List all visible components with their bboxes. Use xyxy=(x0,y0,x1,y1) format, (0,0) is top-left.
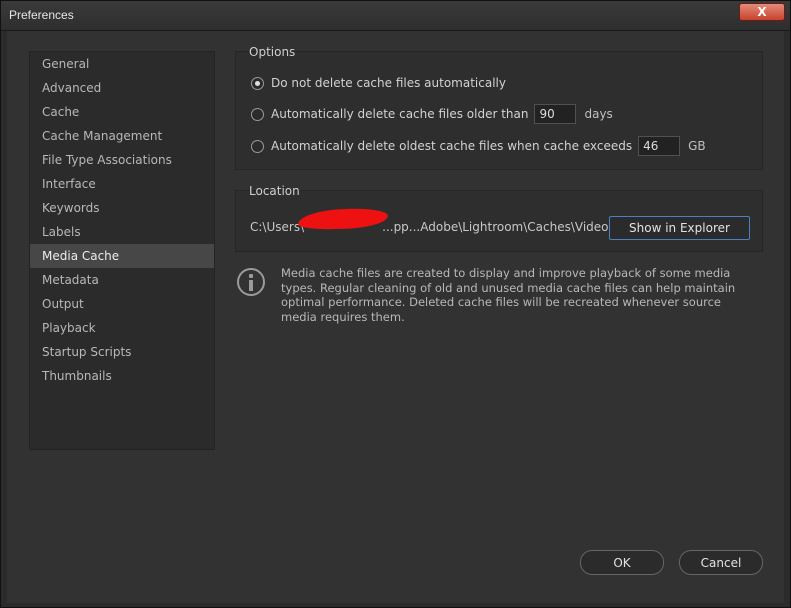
cache-path-suffix: ...pp...Adobe\Lightroom\Caches\Video xyxy=(382,220,609,234)
sidebar-item-general[interactable]: General xyxy=(30,52,214,76)
gb-unit: GB xyxy=(688,139,706,153)
days-field[interactable]: 90 xyxy=(534,104,577,124)
location-title: Location xyxy=(249,184,300,198)
sidebar-item-playback[interactable]: Playback xyxy=(30,316,214,340)
dialog-body: General Advanced Cache Cache Management … xyxy=(7,31,784,603)
cache-path-prefix: C:\Users\ xyxy=(250,220,305,234)
ok-button[interactable]: OK xyxy=(580,550,664,575)
info-text: Media cache files are created to display… xyxy=(281,266,736,324)
show-in-explorer-button[interactable]: Show in Explorer xyxy=(609,216,750,240)
sidebar-item-advanced[interactable]: Advanced xyxy=(30,76,214,100)
sidebar-item-file-type-associations[interactable]: File Type Associations xyxy=(30,148,214,172)
sidebar-item-output[interactable]: Output xyxy=(30,292,214,316)
sidebar-item-thumbnails[interactable]: Thumbnails xyxy=(30,364,214,388)
sidebar-item-cache[interactable]: Cache xyxy=(30,100,214,124)
exceeds-radio[interactable] xyxy=(251,139,264,153)
sidebar-item-startup-scripts[interactable]: Startup Scripts xyxy=(30,340,214,364)
cancel-button[interactable]: Cancel xyxy=(679,550,763,575)
sidebar-item-metadata[interactable]: Metadata xyxy=(30,268,214,292)
days-unit: days xyxy=(584,107,613,121)
older-than-label: Automatically delete cache files older t… xyxy=(271,107,529,121)
title-bar[interactable]: Preferences X xyxy=(1,1,790,31)
preferences-window: Preferences X General Advanced Cache Cac… xyxy=(0,0,791,608)
sidebar-item-keywords[interactable]: Keywords xyxy=(30,196,214,220)
close-button[interactable]: X xyxy=(739,3,785,21)
window-title: Preferences xyxy=(9,8,74,22)
older-than-radio[interactable] xyxy=(251,107,264,121)
sidebar-item-interface[interactable]: Interface xyxy=(30,172,214,196)
info-icon-bar xyxy=(249,280,253,291)
options-title: Options xyxy=(249,45,296,59)
close-icon: X xyxy=(757,5,767,19)
info-icon-dot xyxy=(249,274,253,278)
exceeds-label: Automatically delete oldest cache files … xyxy=(271,139,633,153)
no-delete-label: Do not delete cache files automatically xyxy=(271,76,506,90)
sidebar-item-labels[interactable]: Labels xyxy=(30,220,214,244)
option-older-than-row[interactable]: Automatically delete cache files older t… xyxy=(251,103,613,125)
no-delete-radio[interactable] xyxy=(251,76,264,90)
category-list: General Advanced Cache Cache Management … xyxy=(29,51,215,450)
gb-field[interactable]: 46 xyxy=(638,136,681,156)
option-no-delete-row[interactable]: Do not delete cache files automatically xyxy=(251,72,506,94)
sidebar-item-media-cache[interactable]: Media Cache xyxy=(30,244,214,268)
info-icon xyxy=(237,268,265,296)
option-exceeds-row[interactable]: Automatically delete oldest cache files … xyxy=(251,135,706,157)
sidebar-item-cache-management[interactable]: Cache Management xyxy=(30,124,214,148)
